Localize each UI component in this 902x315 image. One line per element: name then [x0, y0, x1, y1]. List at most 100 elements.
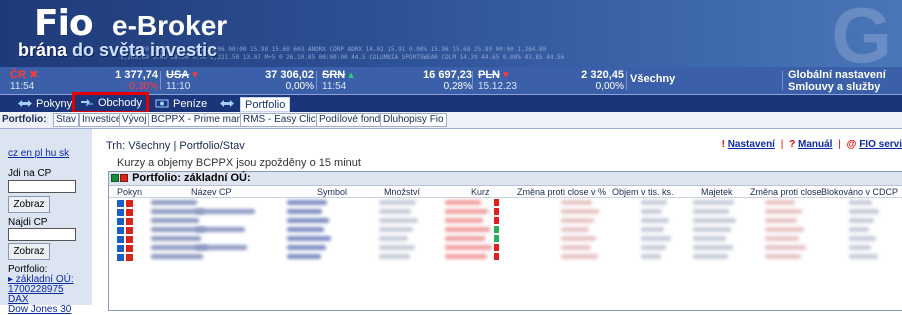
tagline-part1: brána [18, 40, 73, 60]
redacted-cell [561, 200, 592, 205]
sell-icon[interactable] [126, 218, 133, 225]
sell-icon[interactable] [126, 209, 133, 216]
col-nazev[interactable]: Název CP [191, 187, 232, 197]
table-row[interactable] [109, 252, 902, 261]
table-row[interactable] [109, 207, 902, 216]
logo-fio[interactable]: Fio [34, 6, 94, 42]
manual-link[interactable]: Manuál [798, 139, 832, 150]
dow-jones-link[interactable]: Dow Jones 30 [8, 305, 74, 315]
expand-icon[interactable] [111, 174, 119, 182]
subtab-stav[interactable]: Stav [53, 113, 80, 127]
col-zmena[interactable]: Změna proti close [750, 187, 822, 197]
divider [782, 71, 783, 90]
redacted-cell [445, 245, 492, 250]
redacted-cell [561, 227, 589, 232]
table-row[interactable] [109, 243, 902, 252]
highlight-box [72, 92, 149, 114]
subtab-vyvoj[interactable]: Vývoj [119, 113, 150, 127]
sell-icon[interactable] [126, 200, 133, 207]
nav-penize[interactable]: Peníze [153, 97, 207, 112]
goto-security-button[interactable]: Zobraz [8, 196, 50, 213]
portfolio-block: Portfolio: ▸ základní OÚ: 1700228975 DAX… [8, 265, 74, 315]
subtab-dluhopisy[interactable]: Dluhopisy Fio [380, 113, 447, 127]
buy-icon[interactable] [117, 227, 124, 234]
logo-tagline: brána do světa investic [18, 40, 217, 60]
col-pokyn[interactable]: Pokyn [117, 187, 142, 197]
redacted-cell [445, 200, 481, 205]
redacted-cell [693, 209, 729, 214]
redacted-cell [287, 209, 322, 214]
redacted-cell [379, 200, 416, 205]
subtab-rms[interactable]: RMS - Easy Click [240, 113, 324, 127]
index-change: -0,30% [126, 81, 158, 92]
buy-icon[interactable] [117, 254, 124, 261]
table-header: Pokyn Název CP Symbol Množství Kurz Změn… [109, 186, 902, 198]
market-all-link[interactable]: Všechny [630, 73, 675, 85]
fio-service-link[interactable]: FIO servi [859, 139, 902, 150]
subnav-label: Portfolio: [2, 114, 47, 125]
index-srn[interactable]: SRN ▴ 11:54 16 697,23 0,28% [322, 69, 472, 93]
divider [316, 71, 317, 90]
table-row[interactable] [109, 225, 902, 234]
index-cr[interactable]: ČR ✖ 11:54 1 377,74 -0,30% [10, 70, 160, 93]
find-security-input[interactable] [8, 228, 76, 241]
main-content: Trh: Všechny | Portfolio/Stav ! Nastaven… [92, 129, 902, 311]
index-usa[interactable]: USA ▾ 11:10 37 306,02 0,00% [166, 69, 316, 93]
buy-icon[interactable] [117, 218, 124, 225]
table-title: Portfolio: základní OÚ: [109, 172, 902, 186]
goto-security-input[interactable] [8, 180, 76, 193]
col-blokovano[interactable]: Blokováno v CDCP [821, 187, 898, 197]
table-row[interactable] [109, 216, 902, 225]
redacted-cell [379, 245, 415, 250]
sell-icon[interactable] [126, 236, 133, 243]
redacted-cell [287, 200, 327, 205]
redacted-cell [693, 254, 728, 259]
up-arrow-icon: ▴ [348, 69, 354, 81]
language-links[interactable]: cz en pl hu sk [8, 148, 69, 159]
nav-pokyny[interactable]: Pokyny [16, 97, 72, 112]
settings-link[interactable]: Nastavení [728, 139, 775, 150]
col-mnozstvi[interactable]: Množství [384, 187, 420, 197]
subtab-podilove-fondy[interactable]: Podílové fondy [316, 113, 389, 127]
sell-icon[interactable] [126, 254, 133, 261]
col-zmena-pct[interactable]: Změna proti close v % [517, 187, 606, 197]
redacted-cell [287, 254, 321, 259]
global-settings-link[interactable]: Globální nastavení Smlouvy a služby [784, 69, 902, 93]
col-kurz[interactable]: Kurz [471, 187, 490, 197]
price-down-indicator [494, 217, 499, 224]
redacted-cell [641, 200, 667, 205]
redacted-cell [641, 245, 666, 250]
redacted-cell [641, 227, 664, 232]
sell-icon[interactable] [126, 227, 133, 234]
index-name: SRN [322, 69, 346, 81]
nav-penize-label: Peníze [173, 98, 208, 110]
index-pln[interactable]: PLN ▾ 15.12.23 2 320,45 0,00% [478, 69, 626, 93]
sell-icon[interactable] [126, 245, 133, 252]
col-symbol[interactable]: Symbol [317, 187, 347, 197]
redacted-cell [849, 254, 878, 259]
buy-icon[interactable] [117, 209, 124, 216]
redacted-cell [765, 218, 797, 223]
subtab-investice[interactable]: Investice [79, 113, 125, 127]
buy-icon[interactable] [117, 245, 124, 252]
nav-portfolio[interactable]: Portfolio [240, 97, 291, 112]
buy-icon[interactable] [117, 200, 124, 207]
double-arrow-icon [18, 100, 32, 107]
find-security-button[interactable]: Zobraz [8, 243, 50, 260]
index-value: 37 306,02 [265, 69, 314, 81]
buy-icon[interactable] [117, 236, 124, 243]
collapse-icon[interactable] [120, 174, 128, 182]
redacted-cell [849, 227, 869, 232]
table-row[interactable] [109, 234, 902, 243]
col-objem[interactable]: Objem v tis. ks. [612, 187, 674, 197]
redacted-cell [561, 245, 591, 250]
index-value: 2 320,45 [581, 69, 624, 81]
redacted-cell [445, 209, 488, 214]
redacted-cell [561, 236, 596, 241]
exclamation-icon: ! [721, 139, 725, 150]
contracts-services-label: Smlouvy a služby [788, 81, 881, 93]
at-icon: @ [846, 139, 857, 150]
redacted-cell [765, 254, 801, 259]
col-majetek[interactable]: Majetek [701, 187, 733, 197]
table-row[interactable] [109, 198, 902, 207]
